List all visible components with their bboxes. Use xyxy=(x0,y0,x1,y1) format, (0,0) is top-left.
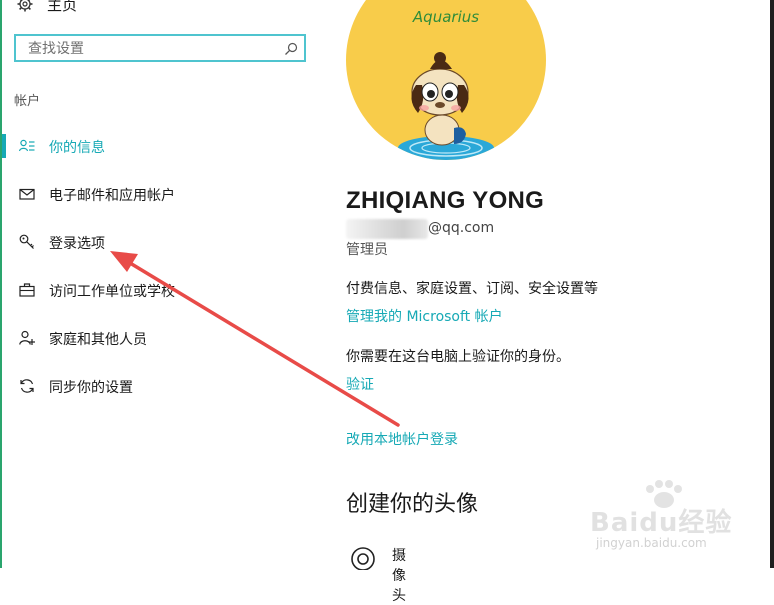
sidebar-item-email-accounts[interactable]: 电子邮件和应用帐户 xyxy=(2,179,320,209)
sidebar-item-label: 你的信息 xyxy=(49,137,105,157)
window-right-edge xyxy=(770,0,774,568)
section-header-accounts: 帐户 xyxy=(14,90,40,109)
email-redaction-blur xyxy=(346,219,428,239)
sidebar-item-label: 访问工作单位或学校 xyxy=(49,281,175,301)
briefcase-icon xyxy=(19,282,35,298)
verify-link[interactable]: 验证 xyxy=(346,374,374,394)
person-list-icon xyxy=(19,138,35,154)
email-domain-text: @qq.com xyxy=(428,220,494,236)
user-display-name: ZHIQIANG YONG xyxy=(346,187,544,215)
sync-icon xyxy=(19,378,35,394)
sidebar-item-family-others[interactable]: 家庭和其他人员 xyxy=(2,323,320,353)
manage-microsoft-account-link[interactable]: 管理我的 Microsoft 帐户 xyxy=(346,306,503,326)
sidebar-item-label: 电子邮件和应用帐户 xyxy=(49,185,175,205)
sidebar-item-sign-in-options[interactable]: 登录选项 xyxy=(2,227,320,257)
billing-info-text: 付费信息、家庭设置、订阅、安全设置等 xyxy=(346,278,598,298)
user-role: 管理员 xyxy=(346,239,388,259)
person-add-icon xyxy=(19,330,35,346)
create-avatar-heading: 创建你的头像 xyxy=(346,486,478,518)
camera-icon xyxy=(346,544,380,570)
verify-identity-text: 你需要在这台电脑上验证你的身份。 xyxy=(346,346,570,366)
sidebar-item-work-school[interactable]: 访问工作单位或学校 xyxy=(2,275,320,305)
home-nav-item[interactable]: 主页 xyxy=(17,0,77,14)
camera-label: 摄像头 xyxy=(392,545,406,605)
settings-sidebar: 主页 帐户 你的信息 电子邮件和应用帐户 xyxy=(2,0,320,568)
sidebar-item-label: 登录选项 xyxy=(49,233,105,253)
home-label: 主页 xyxy=(47,0,77,15)
sidebar-item-sync-settings[interactable]: 同步你的设置 xyxy=(2,371,320,401)
mail-icon xyxy=(19,186,35,202)
search-icon[interactable] xyxy=(284,42,298,56)
search-input[interactable] xyxy=(26,39,280,59)
cartoon-character-image xyxy=(346,0,546,160)
your-info-page: Aquarius ZHIQIANG YONG @qq.com 管理员 付费信息、… xyxy=(320,0,770,568)
selected-indicator xyxy=(2,134,6,158)
sidebar-item-label: 同步你的设置 xyxy=(49,377,133,397)
avatar: Aquarius xyxy=(346,0,546,160)
sidebar-item-label: 家庭和其他人员 xyxy=(49,329,147,349)
key-icon xyxy=(19,234,35,250)
settings-search-box[interactable] xyxy=(14,34,306,62)
gear-icon xyxy=(17,0,33,12)
sidebar-item-your-info[interactable]: 你的信息 xyxy=(2,131,320,161)
sign-in-local-account-link[interactable]: 改用本地帐户登录 xyxy=(346,429,458,449)
